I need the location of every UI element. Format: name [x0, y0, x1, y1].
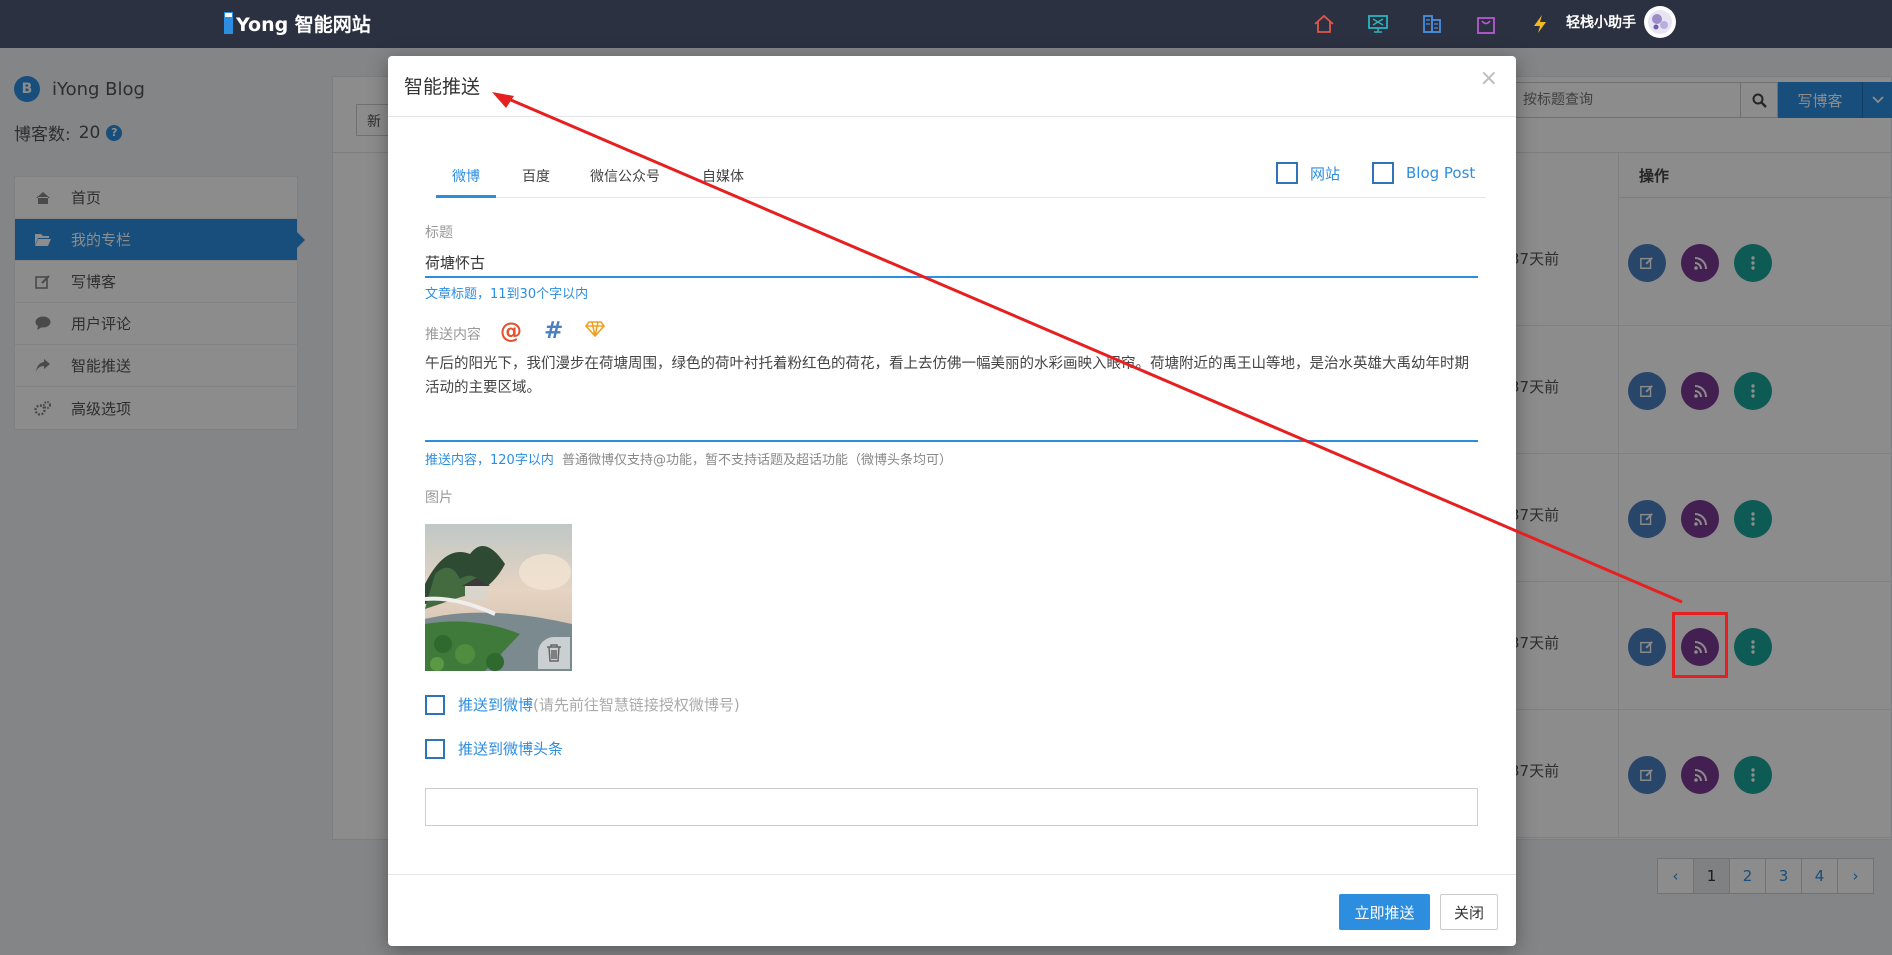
modal-footer-divider — [388, 874, 1516, 875]
trash-icon[interactable] — [538, 637, 570, 669]
brand-logo[interactable]: Yong 智能网站 — [224, 8, 371, 38]
platform-tabs: 微博 百度 微信公众号 自媒体 网站 Blog Post — [436, 154, 1486, 198]
title-label: 标题 — [425, 225, 453, 241]
extra-input[interactable] — [425, 788, 1478, 826]
brand-i-mark — [224, 12, 233, 34]
checkbox-label: Blog Post — [1406, 164, 1476, 182]
push-to-headline-label: 推送到微博头条 — [458, 740, 564, 758]
diamond-icon[interactable] — [585, 321, 606, 341]
tab-wechat[interactable]: 微信公众号 — [574, 154, 676, 198]
push-to-weibo-note: (请先前往智慧链接授权微博号) — [533, 696, 740, 714]
image-label: 图片 — [425, 490, 453, 506]
checkbox-label: 网站 — [1310, 164, 1341, 183]
content-label: 推送内容 — [425, 327, 481, 343]
content-textarea[interactable]: 午后的阳光下，我们漫步在荷塘周围，绿色的荷叶衬托着粉红色的荷花，看上去仿佛一幅美… — [425, 352, 1478, 442]
tab-baidu[interactable]: 百度 — [506, 154, 566, 198]
close-button[interactable]: 关闭 — [1440, 894, 1498, 930]
push-to-weibo-label: 推送到微博 — [458, 696, 534, 714]
mention-icon[interactable]: @ — [500, 319, 522, 344]
checkbox-box[interactable] — [1372, 162, 1394, 184]
checkbox-box[interactable] — [425, 738, 445, 759]
modal-title: 智能推送 — [404, 76, 481, 98]
tab-weibo[interactable]: 微博 — [436, 154, 496, 198]
close-icon[interactable]: × — [1480, 66, 1498, 91]
cover-image — [425, 524, 572, 671]
checkbox-blog-post[interactable]: Blog Post — [1372, 162, 1475, 184]
content-tools: @ # — [500, 318, 627, 344]
top-navbar: Yong 智能网站 轻栈小助手 — [0, 0, 1892, 48]
avatar[interactable] — [1644, 6, 1676, 38]
annotation-highlight-box — [1672, 612, 1728, 678]
push-now-button[interactable]: 立即推送 — [1339, 894, 1430, 930]
lightning-icon[interactable] — [1526, 10, 1554, 38]
content-hint-main: 推送内容，120字以内 — [425, 453, 554, 468]
brand-name: Yong 智能网站 — [236, 13, 371, 36]
bag-icon[interactable] — [1472, 10, 1500, 38]
checkbox-website[interactable]: 网站 — [1276, 162, 1340, 184]
push-to-weibo-option[interactable]: 推送到微博 (请先前往智慧链接授权微博号) — [425, 694, 740, 715]
title-hint: 文章标题，11到30个字以内 — [425, 287, 589, 302]
monitor-icon[interactable] — [1364, 10, 1392, 38]
checkbox-box[interactable] — [1276, 162, 1298, 184]
hashtag-icon[interactable]: # — [544, 318, 563, 344]
content-hint: 推送内容，120字以内 普通微博仅支持@功能，暂不支持话题及超话功能（微博头条均… — [425, 449, 952, 468]
user-menu[interactable]: 轻栈小助手 — [1566, 6, 1676, 38]
smart-push-modal: 智能推送 × 微博 百度 微信公众号 自媒体 网站 Blog Post 标题 荷… — [388, 56, 1516, 946]
nav-icons — [1310, 10, 1580, 38]
tab-self-media[interactable]: 自媒体 — [686, 154, 760, 198]
push-to-headline-option[interactable]: 推送到微博头条 — [425, 738, 563, 759]
content-hint-extra: 普通微博仅支持@功能，暂不支持话题及超话功能（微博头条均可） — [561, 453, 952, 468]
user-name: 轻栈小助手 — [1566, 15, 1636, 31]
building-icon[interactable] — [1418, 10, 1446, 38]
checkbox-box[interactable] — [425, 694, 445, 715]
modal-header-divider — [388, 116, 1516, 117]
title-input[interactable]: 荷塘怀古 — [425, 248, 1478, 278]
home-icon[interactable] — [1310, 10, 1338, 38]
